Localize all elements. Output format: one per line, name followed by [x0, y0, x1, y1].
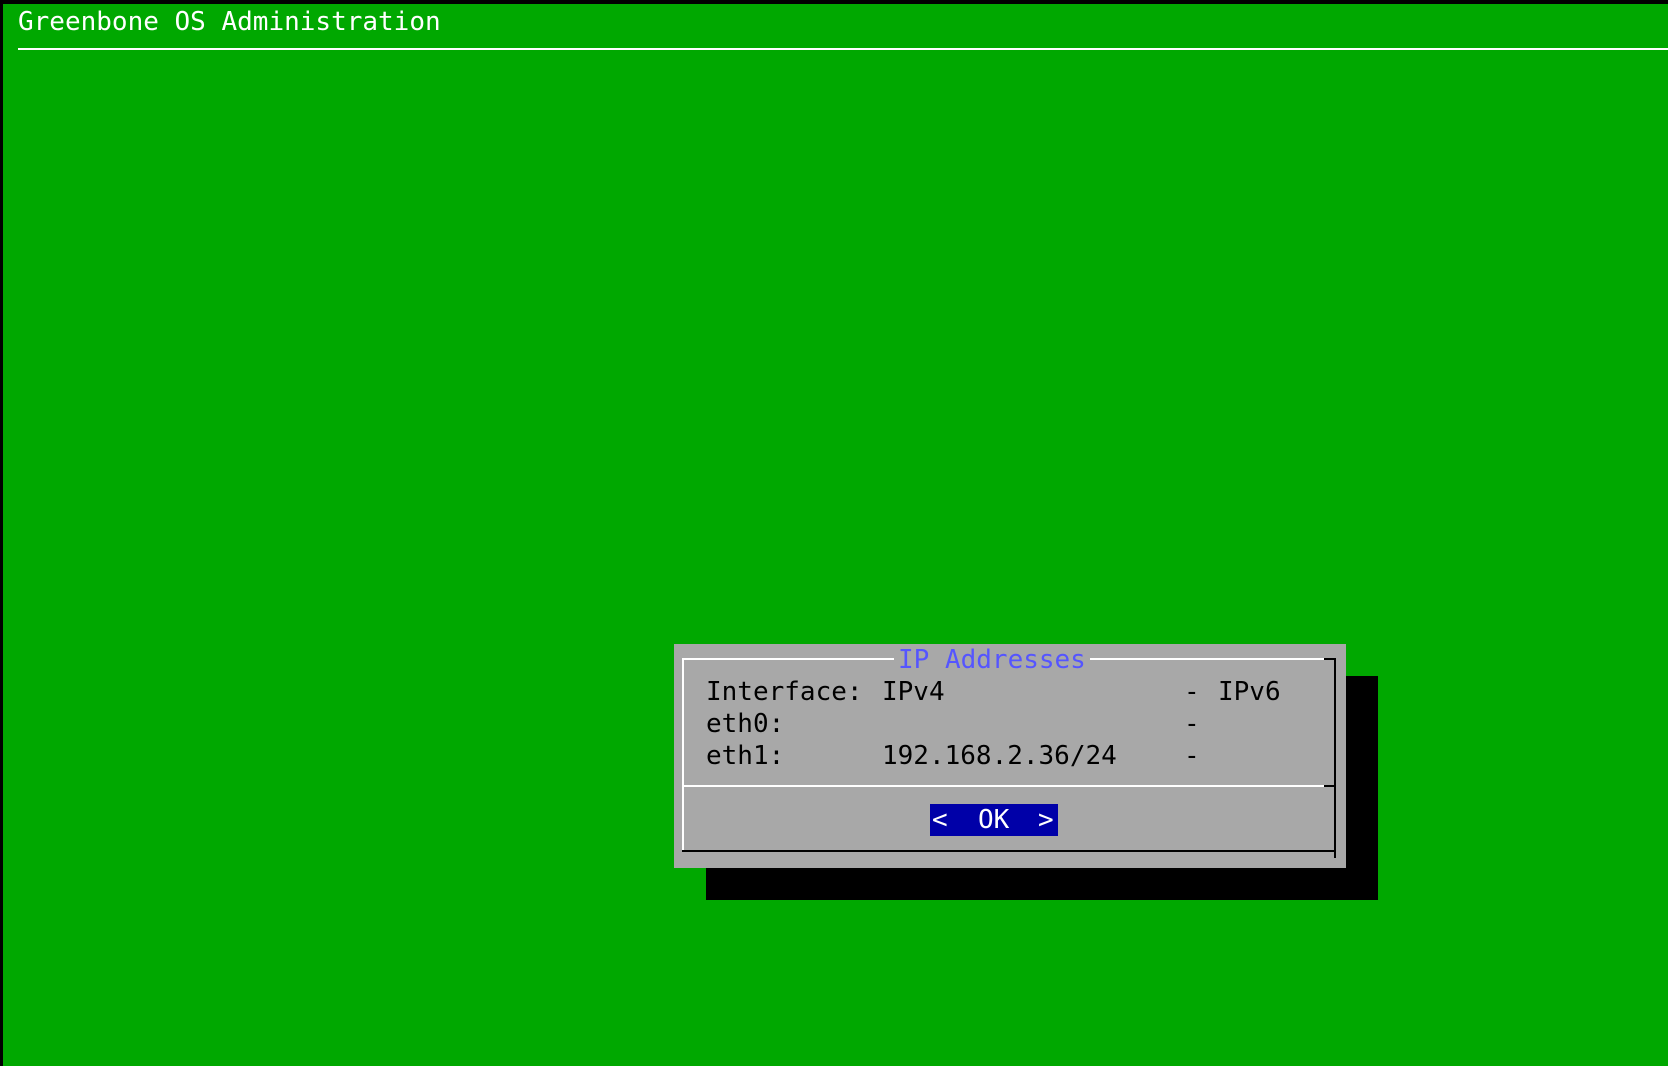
table-header-row: Interface: IPv4 - IPv6 — [706, 676, 1326, 708]
table-row: eth1: 192.168.2.36/24 - — [706, 740, 1326, 772]
header-ipv6: IPv6 — [1218, 677, 1281, 707]
header-separator: - — [1184, 677, 1200, 707]
row-separator: - — [1184, 709, 1200, 739]
dialog-frame-right-lower — [1334, 788, 1336, 858]
dialog-title: IP Addresses — [894, 644, 1090, 676]
ip-addresses-dialog: IP Addresses Interface: IPv4 - IPv6 eth0… — [674, 644, 1346, 868]
chevron-right-icon: > — [1038, 805, 1054, 835]
ok-button[interactable]: < OK > — [930, 804, 1058, 836]
ok-button-label: OK — [978, 805, 1010, 835]
ip-address-table: Interface: IPv4 - IPv6 eth0: - eth1: 192… — [706, 676, 1326, 772]
row-interface: eth1: — [706, 741, 785, 771]
header-ipv4: IPv4 — [882, 677, 945, 707]
chevron-left-icon: < — [932, 805, 948, 835]
terminal-screen: Greenbone OS Administration — [3, 4, 1668, 1066]
row-interface: eth0: — [706, 709, 785, 739]
row-separator: - — [1184, 741, 1200, 771]
dialog-frame-right — [1334, 658, 1336, 798]
row-ipv4: 192.168.2.36/24 — [882, 741, 1117, 771]
backtitle-rule — [18, 48, 1668, 50]
header-interface: Interface: — [706, 677, 863, 707]
table-row: eth0: - — [706, 708, 1326, 740]
backtitle: Greenbone OS Administration — [18, 7, 441, 37]
dialog-separator-end — [1324, 785, 1336, 787]
dialog-frame-left — [682, 658, 684, 852]
